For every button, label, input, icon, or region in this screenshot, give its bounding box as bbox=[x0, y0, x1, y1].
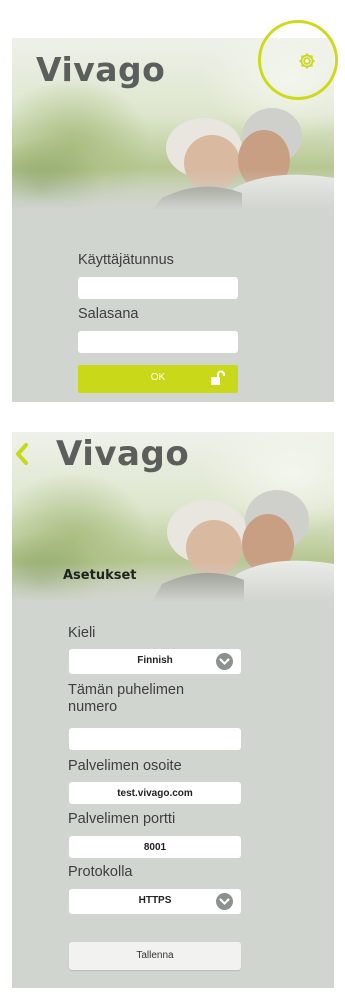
server-port-input[interactable] bbox=[69, 836, 241, 858]
chevron-down-icon bbox=[216, 653, 233, 670]
password-label: Salasana bbox=[78, 306, 139, 322]
brand-logo: Vivago bbox=[36, 50, 166, 89]
save-button[interactable]: Tallenna bbox=[69, 942, 241, 970]
language-select[interactable]: Finnish bbox=[69, 649, 241, 674]
chevron-left-icon[interactable] bbox=[14, 442, 30, 466]
password-input[interactable] bbox=[78, 331, 238, 353]
hero-fade bbox=[12, 170, 334, 210]
settings-screen: Vivago Asetukset Kieli Finnish Tämän puh… bbox=[12, 432, 334, 988]
server-port-label: Palvelimen portti bbox=[68, 811, 176, 827]
server-address-label: Palvelimen osoite bbox=[68, 758, 182, 774]
save-button-label: Tallenna bbox=[136, 950, 174, 961]
brand-logo: Vivago bbox=[56, 434, 190, 474]
page-title: Asetukset bbox=[63, 568, 137, 583]
phone-label: Tämän puhelimen numero bbox=[68, 682, 185, 715]
protocol-label: Protokolla bbox=[68, 864, 133, 880]
phone-input[interactable] bbox=[69, 728, 241, 750]
protocol-select[interactable]: HTTPS bbox=[69, 889, 241, 914]
chevron-down-icon bbox=[216, 893, 233, 910]
page: Vivago Käyttäjätunnus Salasana OK Vivago… bbox=[0, 0, 345, 994]
username-input[interactable] bbox=[78, 277, 238, 299]
username-label: Käyttäjätunnus bbox=[78, 252, 174, 268]
language-label: Kieli bbox=[68, 625, 96, 641]
unlock-icon bbox=[211, 370, 225, 385]
ok-button[interactable]: OK bbox=[78, 365, 238, 393]
server-address-input[interactable] bbox=[69, 782, 241, 804]
hero-fade bbox=[12, 562, 334, 602]
gear-icon[interactable] bbox=[298, 52, 316, 70]
